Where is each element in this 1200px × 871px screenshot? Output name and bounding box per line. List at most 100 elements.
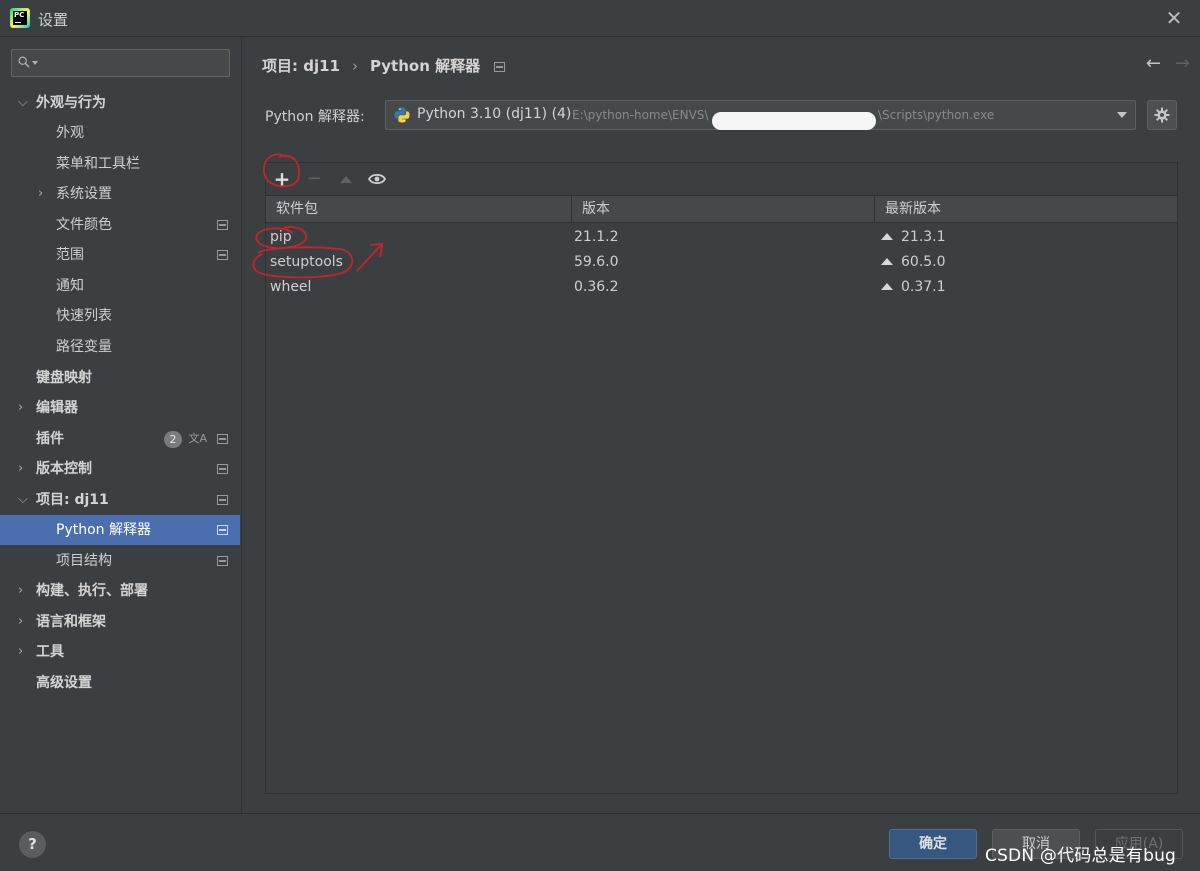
sidebar-item[interactable]: › 工具 [0,637,240,667]
add-package-button[interactable]: + [272,169,292,189]
search-icon [18,56,30,68]
project-scope-icon [217,556,228,566]
column-header-version[interactable]: 版本 [571,196,874,223]
sidebar-item-label: 项目: dj11 [36,492,109,508]
upgrade-available-icon [881,233,893,240]
latest-version-cell: 0.37.1 [881,275,946,300]
remove-package-button[interactable]: − [304,169,324,189]
sidebar-item[interactable]: 快速列表 [0,301,240,331]
column-header-package[interactable]: 软件包 [266,196,571,223]
latest-version-value: 0.37.1 [901,279,946,295]
table-row[interactable]: setuptools 59.6.0 60.5.0 [266,250,1177,275]
packages-panel: + − 软件包 版本 最新版本 pip 21.1.2 21.3.1 setuptool… [265,162,1178,794]
ok-button[interactable]: 确定 [889,829,977,859]
help-button[interactable]: ? [19,831,46,858]
sidebar-item[interactable]: 项目结构 [0,546,240,576]
python-logo-icon [394,107,410,123]
sidebar-item[interactable]: 范围 [0,240,240,270]
chevron-right-icon[interactable]: › [18,607,30,637]
sidebar-item[interactable]: › 版本控制 [0,454,240,484]
sidebar-item-label: 项目结构 [56,553,112,569]
sidebar-item-label: 菜单和工具栏 [56,156,140,172]
breadcrumb-project[interactable]: 项目: dj11 [262,57,340,75]
settings-search[interactable] [11,49,230,77]
sidebar-item-label: 编辑器 [36,400,78,416]
project-scope-icon [217,434,228,444]
sidebar-item-label: 外观与行为 [36,95,106,111]
sidebar-item-label: 版本控制 [36,461,92,477]
sidebar-item-label: 语言和框架 [36,614,106,630]
project-scope-icon [217,250,228,260]
sidebar-item[interactable]: 菜单和工具栏 [0,149,240,179]
chevron-right-icon[interactable]: › [18,637,30,667]
sidebar-item-label: 快速列表 [56,308,112,324]
chevron-right-icon[interactable]: › [18,454,30,484]
sidebar-item[interactable]: › 系统设置 [0,179,240,209]
chevron-down-icon [1117,112,1127,118]
close-button[interactable]: ✕ [1164,8,1184,28]
sidebar-item-label: 范围 [56,247,84,263]
upgrade-icon [340,176,352,183]
sidebar-item[interactable]: ⌵ 外观与行为 [0,88,240,118]
breadcrumb-page: Python 解释器 [369,57,481,75]
project-scope-icon [217,495,228,505]
project-scope-icon [217,525,228,535]
pycharm-logo-icon: PC [10,8,30,28]
chevron-right-icon[interactable]: › [18,393,30,423]
chevron-right-icon[interactable]: › [38,179,50,209]
upgrade-package-button[interactable] [336,169,356,189]
latest-version-cell: 21.3.1 [881,225,946,250]
sidebar-item[interactable]: › 语言和框架 [0,607,240,637]
update-count-badge: 2 [164,431,182,448]
forward-arrow-icon[interactable]: → [1175,53,1190,74]
package-name-cell: pip [270,229,292,245]
sidebar-item-label: 系统设置 [56,186,112,202]
interpreter-name: Python 3.10 (dj11) (4) [417,106,572,122]
redaction-mark [712,112,876,130]
back-arrow-icon[interactable]: ← [1146,53,1161,74]
chevron-right-icon[interactable]: › [18,576,30,606]
show-early-releases-button[interactable] [367,169,387,189]
search-dropdown-icon [32,61,38,65]
sidebar-item-label: 构建、执行、部署 [36,583,148,599]
packages-toolbar: + − [266,163,1177,195]
sidebar-item[interactable]: › 编辑器 [0,393,240,423]
interpreter-path-start: E:\python-home\ENVS\ [572,108,709,122]
chevron-down-icon[interactable]: ⌵ [18,88,30,118]
sidebar-item[interactable]: 路径变量 [0,332,240,362]
sidebar-item[interactable]: 外观 [0,118,240,148]
version-cell: 59.6.0 [574,254,619,270]
sidebar-item[interactable]: Python 解释器 [0,515,240,545]
sidebar-item[interactable]: 高级设置 [0,668,240,698]
upgrade-available-icon [881,283,893,290]
column-header-latest[interactable]: 最新版本 [874,196,1177,223]
project-scope-icon [217,220,228,230]
sidebar-item-label: 高级设置 [36,675,92,691]
translate-icon: 文A [188,432,207,445]
eye-icon [368,173,386,185]
sidebar-item[interactable]: 文件颜色 [0,210,240,240]
table-row[interactable]: wheel 0.36.2 0.37.1 [266,275,1177,300]
sidebar-item[interactable]: 键盘映射 [0,363,240,393]
window-title: 设置 [38,11,69,29]
upgrade-available-icon [881,258,893,265]
sidebar-item[interactable]: › 构建、执行、部署 [0,576,240,606]
sidebar-item-label: Python 解释器 [56,522,151,538]
sidebar-item-label: 文件颜色 [56,217,112,233]
title-bar: PC 设置 ✕ [0,0,1200,37]
project-scope-icon [217,464,228,474]
chevron-down-icon[interactable]: ⌵ [18,485,30,515]
sidebar-item[interactable]: ⌵ 项目: dj11 [0,485,240,515]
sidebar-item-label: 工具 [36,644,64,660]
watermark: CSDN @代码总是有bug [985,846,1177,866]
search-input[interactable] [44,53,224,73]
project-scope-icon [494,61,506,72]
sidebar-item[interactable]: 通知 [0,271,240,301]
package-name-cell: wheel [270,279,312,295]
interpreter-settings-button[interactable] [1147,100,1177,130]
dialog-footer: ? 确定 取消 应用(A) CSDN @代码总是有bug [0,813,1200,871]
interpreter-select[interactable]: Python 3.10 (dj11) (4) E:\python-home\EN… [385,100,1136,130]
sidebar-item[interactable]: 插件 2 文A [0,424,240,454]
table-row[interactable]: pip 21.1.2 21.3.1 [266,225,1177,250]
sidebar-item-label: 通知 [56,278,84,294]
